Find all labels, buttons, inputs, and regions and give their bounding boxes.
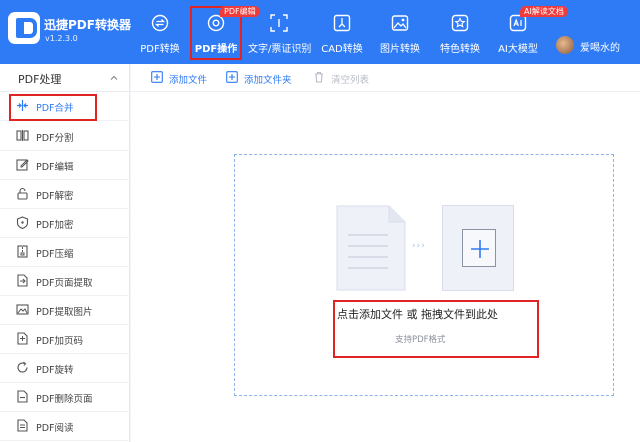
rotate-icon [17, 361, 28, 373]
drop-zone-highlight-box [333, 300, 539, 358]
sidebar-highlight-box [9, 94, 97, 121]
clear-list-label: 清空列表 [331, 75, 370, 86]
file-drop-zone[interactable] [234, 154, 614, 396]
nav-image[interactable]: 图片转换 [378, 0, 422, 64]
avatar[interactable] [556, 36, 574, 54]
username[interactable]: 爱喝水的 [580, 39, 620, 54]
sidebar-item-label: PDF页面提取 [36, 278, 93, 289]
document-icon [336, 205, 406, 291]
extract-image-icon [16, 304, 29, 315]
add-folder-icon [226, 71, 238, 83]
sidebar-item-label: PDF提取图片 [36, 307, 93, 318]
scan-text-icon [270, 14, 288, 32]
nav-cad[interactable]: CAD转换 [320, 0, 364, 64]
sidebar-item-label: PDF删除页面 [36, 394, 93, 405]
sidebar-item-delete-page[interactable]: PDF删除页面 [0, 383, 130, 412]
nav-pdf-convert[interactable]: PDF转换 [138, 0, 182, 64]
nav-label: CAD转换 [321, 44, 363, 55]
sidebar-section-header[interactable]: PDF处理 [0, 64, 130, 92]
plus-icon [471, 240, 489, 258]
app-logo-icon [8, 12, 40, 44]
add-file-card[interactable] [442, 205, 514, 291]
image-icon [391, 15, 409, 31]
sidebar-item-label: PDF阅读 [36, 423, 74, 434]
arrows-indicator: ››› [412, 241, 426, 251]
nav-label: PDF转换 [140, 44, 180, 55]
split-icon [16, 130, 29, 141]
add-folder-button[interactable]: 添加文件夹 [226, 71, 316, 86]
sidebar-item-read[interactable]: PDF阅读 [0, 412, 130, 441]
sidebar-item-label: PDF压缩 [36, 249, 74, 260]
sidebar-item-compress[interactable]: PDF压缩 [0, 238, 130, 267]
sidebar-item-extract-image[interactable]: PDF提取图片 [0, 296, 130, 325]
nav-label: 图片转换 [380, 44, 420, 55]
nav-label: 文字/票证识别 [248, 44, 312, 55]
sidebar-item-edit[interactable]: PDF编辑 [0, 151, 130, 180]
star-swap-icon [451, 14, 469, 32]
toolbar: 添加文件 添加文件夹 清空列表 [131, 64, 640, 92]
app-title: 迅捷PDF转换器 [44, 18, 131, 32]
top-header: 迅捷PDF转换器 v1.2.3.0 PDF转换 PDF操作 PDF编辑 文字/票… [0, 0, 640, 64]
nav-label: AI大模型 [498, 44, 538, 55]
sidebar-item-label: PDF解密 [36, 191, 74, 202]
sidebar-item-label: PDF分割 [36, 133, 74, 144]
sidebar-item-decrypt[interactable]: PDF解密 [0, 180, 130, 209]
edit-icon [16, 159, 29, 171]
sidebar-item-label: PDF编辑 [36, 162, 74, 173]
nav-special[interactable]: 特色转换 [438, 0, 482, 64]
add-folder-label: 添加文件夹 [244, 75, 292, 86]
sidebar-item-label: PDF加密 [36, 220, 74, 231]
nav-ocr[interactable]: 文字/票证识别 [248, 0, 312, 64]
ai-badge: AI解读文档 [520, 6, 568, 17]
chevron-up-icon [110, 75, 118, 80]
shield-icon [16, 216, 29, 229]
trash-icon [315, 71, 323, 83]
swap-circle-icon [151, 14, 169, 32]
add-file-label: 添加文件 [169, 75, 208, 86]
page-number-icon [17, 332, 28, 345]
add-file-inner [462, 229, 496, 267]
clear-list-button[interactable]: 清空列表 [313, 71, 393, 86]
sidebar-item-label: PDF旋转 [36, 365, 74, 376]
nav-label: 特色转换 [440, 44, 480, 55]
delete-page-icon [17, 390, 28, 403]
sidebar-item-extract-page[interactable]: PDF页面提取 [0, 267, 130, 296]
sidebar-item-encrypt[interactable]: PDF加密 [0, 209, 130, 238]
add-file-button[interactable]: 添加文件 [151, 71, 231, 86]
unlock-icon [17, 187, 28, 200]
sidebar-item-split[interactable]: PDF分割 [0, 122, 130, 151]
read-icon [17, 419, 28, 432]
sidebar-item-label: PDF加页码 [36, 336, 84, 347]
sidebar-item-page-number[interactable]: PDF加页码 [0, 325, 130, 354]
cad-icon [333, 14, 351, 32]
extract-page-icon [17, 274, 28, 287]
compress-icon [17, 245, 28, 258]
sidebar-section-label: PDF处理 [18, 73, 62, 86]
add-file-icon [151, 71, 163, 83]
app-version: v1.2.3.0 [45, 34, 78, 43]
sidebar-item-rotate[interactable]: PDF旋转 [0, 354, 130, 383]
